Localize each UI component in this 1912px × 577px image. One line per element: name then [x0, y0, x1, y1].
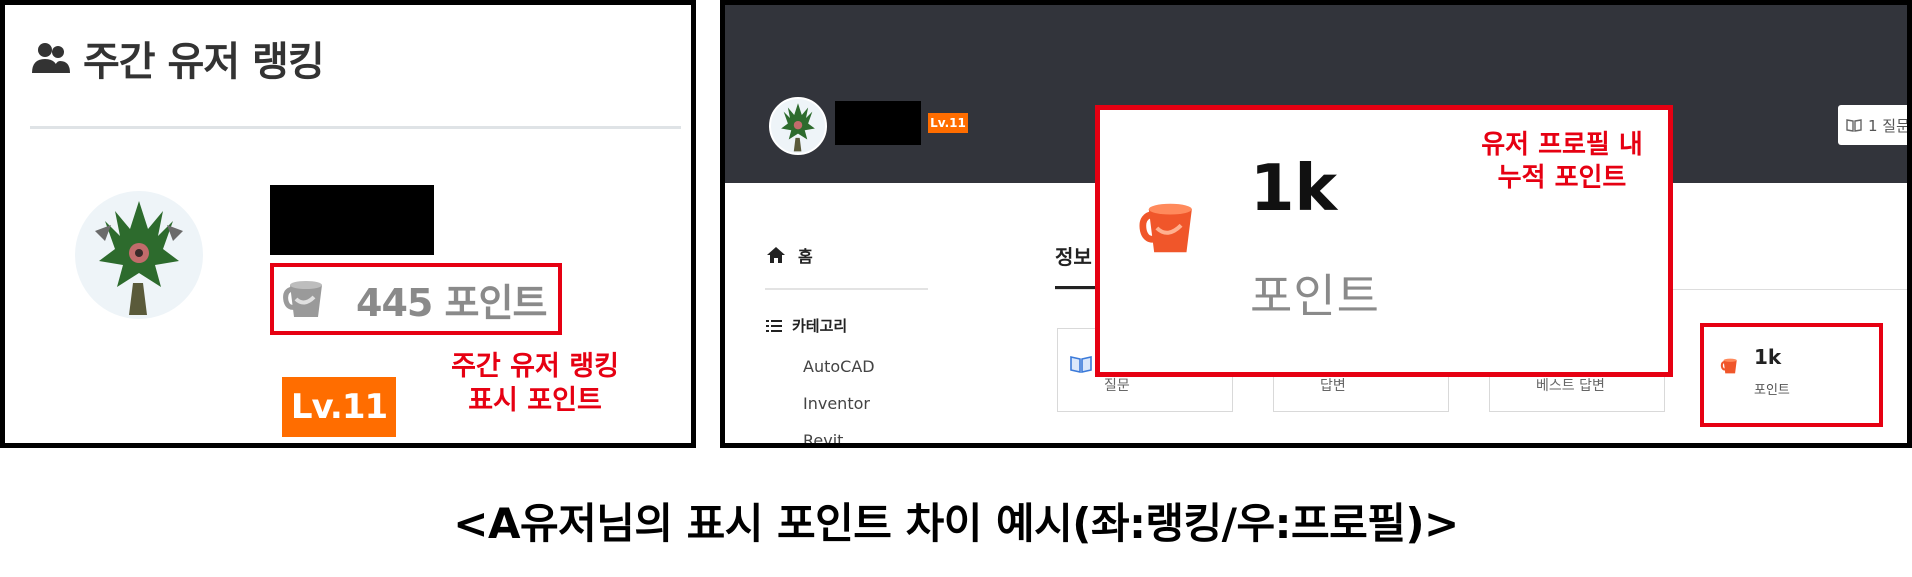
stat-card-label: 질문: [1104, 378, 1130, 394]
nav-subitem-revit[interactable]: Revit: [803, 431, 843, 443]
tree-avatar-icon: [95, 201, 183, 315]
nav-home-label: 홈: [798, 247, 813, 266]
points-card-value: 1k: [1754, 345, 1782, 369]
user-profile-panel: Lv.11 1 질문 홈 카테고리 AutoCAD Inventor Revit…: [720, 0, 1912, 448]
nav-home[interactable]: 홈: [766, 243, 813, 267]
ranking-title-text: 주간 유저 랭킹: [83, 39, 325, 85]
tab-info[interactable]: 정보: [1055, 241, 1092, 270]
zoom-points-value: 1k: [1250, 152, 1338, 226]
avatar[interactable]: [75, 191, 203, 319]
profile-annotation: 유저 프로필 내 누적 포인트: [1417, 129, 1707, 195]
nav-category[interactable]: 카테고리: [766, 315, 847, 336]
figure-caption: <A유저님의 표시 포인트 차이 예시(좌:랭킹/우:프로필)>: [453, 499, 1459, 548]
tree-avatar-icon: [781, 103, 815, 152]
list-icon: [766, 319, 782, 332]
annotation-line: 주간 유저 랭킹: [451, 351, 619, 382]
points-card-highlight: 1k 포인트: [1700, 323, 1883, 427]
profile-username-redacted: [835, 101, 921, 145]
book-icon: [1070, 356, 1092, 373]
level-badge: Lv.11: [282, 377, 396, 437]
ranking-points-highlight: 445 포인트: [270, 263, 562, 335]
stat-card-label: 답변: [1320, 378, 1346, 394]
nav-subitem-inventor[interactable]: Inventor: [803, 394, 870, 413]
cup-icon: [1139, 203, 1192, 253]
ranking-title: 주간 유저 랭킹: [31, 29, 325, 87]
stat-card-label: 베스트 답변: [1536, 378, 1605, 394]
cup-icon: [1720, 358, 1737, 374]
profile-level-badge: Lv.11: [928, 113, 968, 133]
username-redacted: [270, 185, 434, 255]
zoom-points-label: 포인트: [1250, 269, 1380, 323]
nav-category-label: 카테고리: [792, 317, 848, 335]
nav-divider: [765, 288, 928, 290]
home-icon: [767, 247, 785, 263]
question-count-chip[interactable]: 1 질문: [1838, 105, 1910, 145]
ranking-points-text: 445 포인트: [356, 280, 547, 325]
annotation-line: 표시 포인트: [468, 385, 602, 416]
nav-subitem-autocad[interactable]: AutoCAD: [803, 357, 875, 376]
ranking-annotation: 주간 유저 랭킹 표시 포인트: [425, 350, 645, 418]
annotation-line: 누적 포인트: [1497, 163, 1627, 193]
book-icon: [1846, 119, 1862, 132]
profile-avatar[interactable]: [769, 97, 827, 155]
ranking-divider: [30, 126, 681, 129]
weekly-ranking-panel: 주간 유저 랭킹 445 포인트 Lv.11 주간 유저 랭킹 표시 포인트: [0, 0, 696, 448]
points-card-label: 포인트: [1754, 383, 1790, 398]
question-count-text: 1 질문: [1868, 116, 1910, 135]
users-icon: [32, 43, 70, 73]
cup-icon: [283, 281, 322, 317]
annotation-line: 유저 프로필 내: [1481, 130, 1643, 160]
